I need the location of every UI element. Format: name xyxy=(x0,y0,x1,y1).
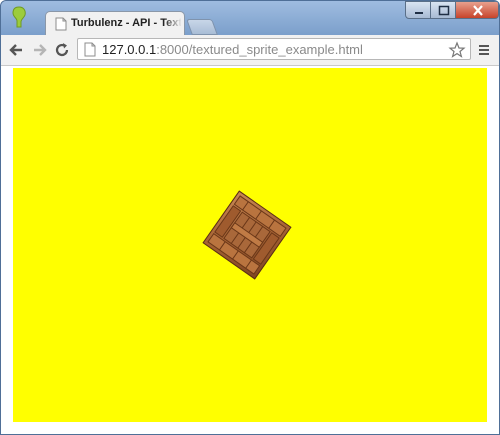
minimize-button[interactable] xyxy=(405,1,431,19)
turbulenz-logo-icon xyxy=(12,6,26,28)
document-icon xyxy=(55,17,67,31)
address-bar[interactable]: 127.0.0.1:8000/textured_sprite_example.h… xyxy=(77,38,471,60)
reload-icon[interactable] xyxy=(52,40,72,60)
game-canvas[interactable] xyxy=(13,68,487,422)
close-icon xyxy=(473,5,483,16)
forward-arrow-icon[interactable] xyxy=(29,40,49,60)
maximize-button[interactable] xyxy=(430,1,456,19)
browser-window: Turbulenz - API - Textured Sprite Exampl… xyxy=(0,0,500,435)
browser-tab[interactable]: Turbulenz - API - Textured Sprite Exampl… xyxy=(45,11,185,35)
url-text: 127.0.0.1:8000/textured_sprite_example.h… xyxy=(102,42,363,57)
new-tab-button[interactable] xyxy=(186,19,218,35)
url-host: 127.0.0.1 xyxy=(102,42,157,57)
star-icon[interactable] xyxy=(448,41,466,59)
tab-fade xyxy=(164,15,182,33)
page-icon xyxy=(84,42,96,57)
url-path: :8000/textured_sprite_example.html xyxy=(156,42,363,57)
close-button[interactable] xyxy=(455,1,499,19)
window-controls xyxy=(405,1,499,19)
toolbar: 127.0.0.1:8000/textured_sprite_example.h… xyxy=(1,35,499,66)
maximize-icon xyxy=(438,5,450,16)
back-arrow-icon[interactable] xyxy=(7,40,27,60)
minimize-icon xyxy=(415,12,423,14)
wooden-crate-sprite xyxy=(202,190,292,280)
title-bar: Turbulenz - API - Textured Sprite Exampl… xyxy=(1,1,499,35)
menu-icon[interactable] xyxy=(476,42,492,58)
page-viewport xyxy=(1,66,499,434)
